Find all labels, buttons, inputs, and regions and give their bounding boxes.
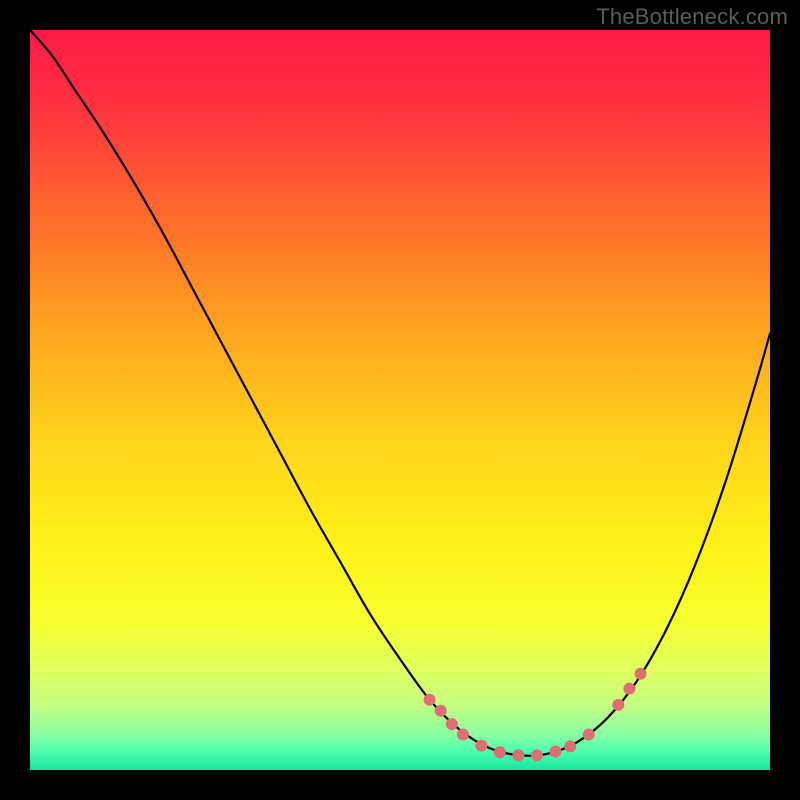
chart-stage: TheBottleneck.com (0, 0, 800, 800)
plot-svg (30, 30, 770, 770)
curve-marker (612, 699, 624, 711)
curve-marker (435, 705, 447, 717)
curve-marker (583, 728, 595, 740)
plot-area (30, 30, 770, 770)
curve-marker (549, 746, 561, 758)
curve-marker (635, 668, 647, 680)
attribution-text: TheBottleneck.com (596, 4, 788, 30)
curve-marker (623, 683, 635, 695)
curve-marker (475, 740, 487, 752)
curve-marker (424, 694, 436, 706)
curve-marker (494, 746, 506, 758)
curve-marker (531, 749, 543, 761)
curve-marker (446, 718, 458, 730)
curve-marker (457, 728, 469, 740)
curve-marker (564, 740, 576, 752)
curve-marker (512, 749, 524, 761)
